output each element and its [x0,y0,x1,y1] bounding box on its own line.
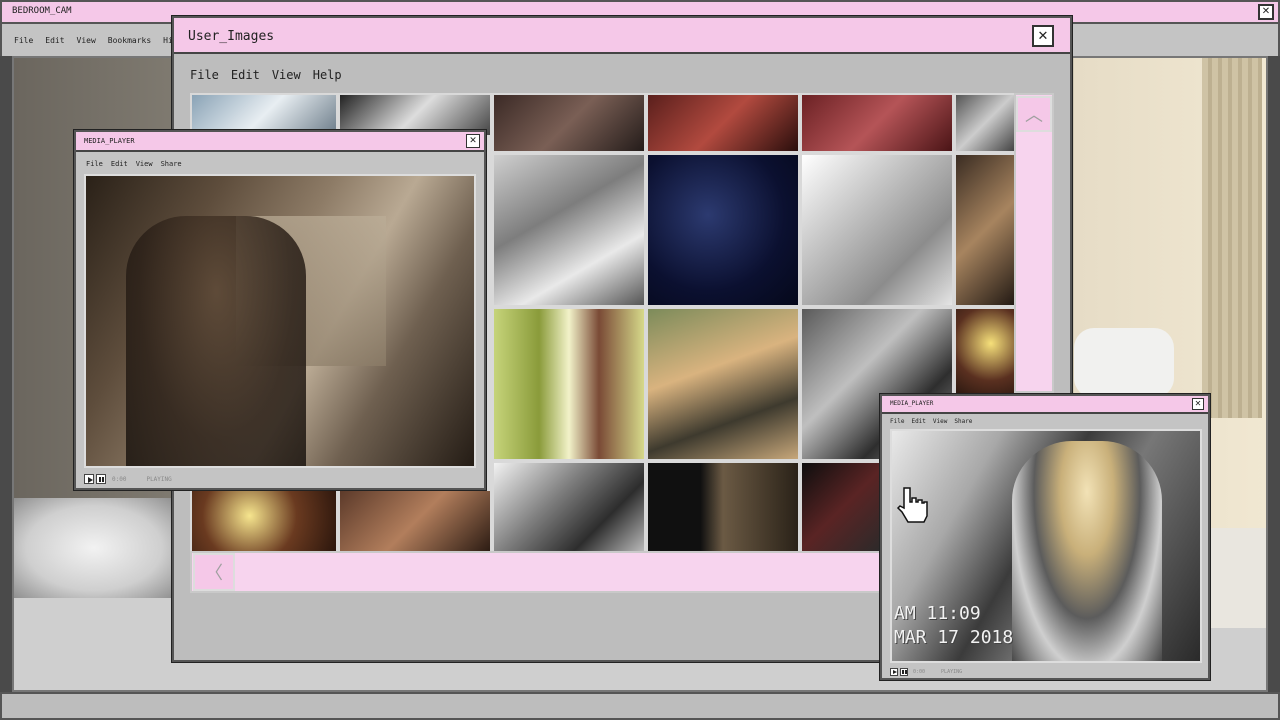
thumbnail[interactable] [340,491,490,553]
thumbnail[interactable] [956,95,1014,151]
left-player-menu-file[interactable]: File [86,160,103,168]
outer-menu-edit[interactable]: Edit [45,36,64,45]
pause-icon[interactable] [96,474,106,484]
media-player-right: MEDIA_PLAYER ✕ File Edit View Share AM 1… [880,394,1210,680]
thumbnail[interactable] [648,95,798,151]
thumbnail[interactable] [494,155,644,305]
media-player-right-close-button[interactable]: ✕ [1192,398,1204,410]
media-player-right-title-bar: MEDIA_PLAYER ✕ [882,396,1208,414]
video-figure [126,216,306,466]
thumbnail[interactable] [648,309,798,459]
user-images-close-button[interactable]: ✕ [1032,25,1054,47]
media-player-right-video[interactable]: AM 11:09 MAR 17 2018 [890,429,1202,663]
scroll-up-button[interactable]: ︿ [1016,96,1052,132]
right-player-menu-file[interactable]: File [890,418,904,425]
media-player-left-title-bar: MEDIA_PLAYER ✕ [76,132,484,152]
video-person [1012,441,1162,661]
scroll-left-button[interactable]: 〈 [193,553,235,591]
right-player-menu-share[interactable]: Share [954,418,972,425]
left-player-menu-share[interactable]: Share [161,160,182,168]
media-player-right-controls: 0:00 PLAYING [890,667,962,677]
thumbnail[interactable] [340,95,490,135]
media-player-left-menu-bar: File Edit View Share [86,160,194,168]
hand-pointer-icon [896,486,930,526]
images-menu-help[interactable]: Help [313,68,342,82]
media-player-right-menu-bar: File Edit View Share [890,418,984,425]
media-player-left: MEDIA_PLAYER ✕ File Edit View Share 0:00… [74,130,486,490]
playback-status: PLAYING [146,475,172,483]
playback-time: 0:00 [112,475,127,483]
playback-time: 0:00 [913,669,926,675]
chevron-up-icon: ︿ [1025,105,1043,126]
video-timestamp-date: MAR 17 2018 [894,627,1014,648]
left-player-menu-view[interactable]: View [136,160,153,168]
thumbnail[interactable] [648,155,798,305]
thumbnail[interactable] [192,95,336,135]
room-curtain [1202,58,1262,418]
thumbnail[interactable] [802,463,882,553]
thumbnail[interactable] [956,309,1014,395]
outer-menu-file[interactable]: File [14,36,33,45]
thumbnail[interactable] [802,95,952,151]
pause-icon[interactable] [900,668,908,676]
thumbnail[interactable] [494,95,644,151]
left-player-menu-edit[interactable]: Edit [111,160,128,168]
outer-menu-view[interactable]: View [77,36,96,45]
outer-window-close-button[interactable]: ✕ [1258,4,1274,20]
media-player-right-title: MEDIA_PLAYER [890,400,934,407]
user-images-title: User_Images [188,29,275,44]
thumbnail[interactable] [648,463,798,553]
room-rug [14,498,174,598]
right-player-menu-edit[interactable]: Edit [911,418,925,425]
thumbnail[interactable] [494,463,644,553]
play-icon[interactable] [84,474,94,484]
media-player-left-close-button[interactable]: ✕ [466,134,480,148]
chevron-left-icon: 〈 [205,563,223,584]
vertical-scrollbar[interactable] [1014,93,1054,393]
user-images-title-bar: User_Images ✕ [174,18,1070,54]
playback-status: PLAYING [941,669,963,675]
horizontal-scrollbar[interactable] [190,551,890,593]
video-timestamp-time: AM 11:09 [894,603,981,624]
thumbnail[interactable] [956,155,1014,305]
right-player-menu-view[interactable]: View [933,418,947,425]
outer-window-bottom [0,692,1280,720]
play-icon[interactable] [890,668,898,676]
user-images-menu-bar: File Edit View Help [190,68,354,82]
thumbnail[interactable] [494,309,644,459]
outer-window-title: BEDROOM_CAM [12,6,72,16]
outer-menu-bookmarks[interactable]: Bookmarks [108,36,151,45]
thumbnail[interactable] [192,491,336,553]
thumbnail[interactable] [802,155,952,305]
images-menu-view[interactable]: View [272,68,301,82]
media-player-left-video[interactable] [84,174,476,468]
media-player-left-title: MEDIA_PLAYER [84,137,135,145]
images-menu-file[interactable]: File [190,68,219,82]
images-menu-edit[interactable]: Edit [231,68,260,82]
room-pillow [1074,328,1174,398]
media-player-left-controls: 0:00 PLAYING [84,472,172,486]
